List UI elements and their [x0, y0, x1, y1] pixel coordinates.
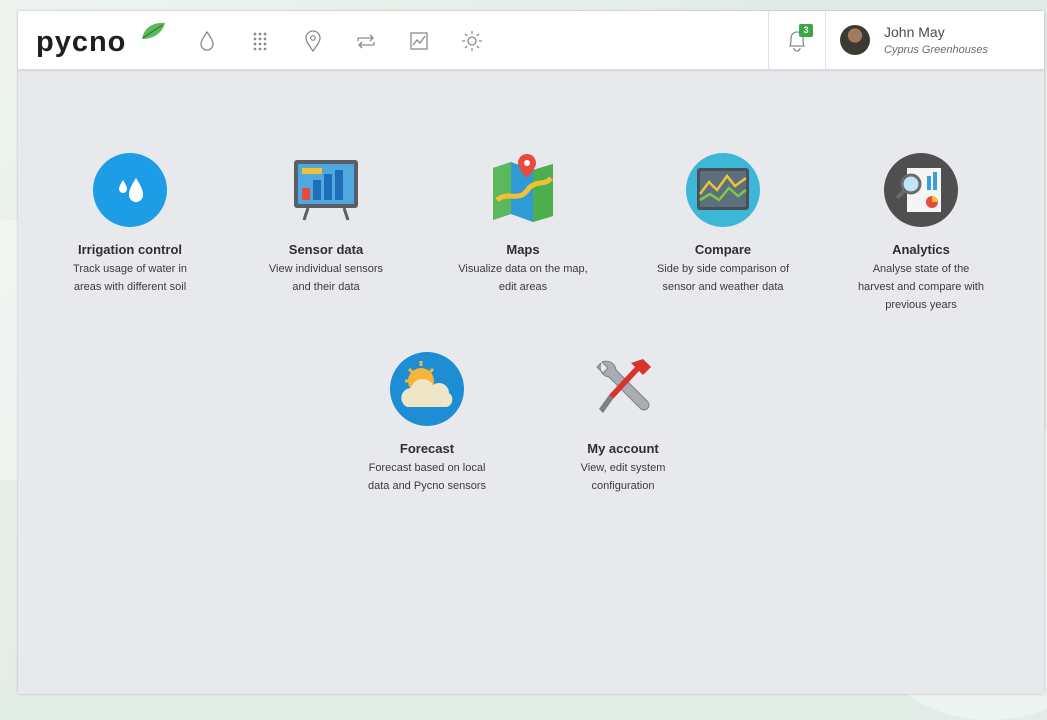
- tile-title: Forecast: [399, 441, 455, 456]
- line-chart-icon: [410, 32, 428, 50]
- desc-line: sensor and weather data: [662, 281, 784, 293]
- notifications-button[interactable]: 3: [768, 11, 826, 69]
- tile-description: View, edit system configuration: [523, 459, 723, 495]
- sensor-monitor-icon: [294, 160, 358, 221]
- analytics-magnifier-icon: [884, 153, 958, 227]
- location-pin-icon: [305, 30, 321, 52]
- app-window: pycno 3 John May Cyprus Greenhouses Irri…: [18, 11, 1044, 694]
- pycno-logo[interactable]: pycno: [36, 22, 165, 58]
- desc-line: Side by side comparison of: [656, 263, 790, 275]
- nav-forecast[interactable]: [453, 26, 491, 56]
- tile-sensor-data[interactable]: Sensor data View individual sensors and …: [226, 150, 426, 296]
- grid-dots-icon: [253, 32, 267, 51]
- desc-line: areas with different soil: [73, 281, 187, 293]
- compare-arrows-icon: [357, 34, 375, 49]
- tile-description: Forecast based on local data and Pycno s…: [327, 459, 527, 495]
- desc-line: Visualize data on the map,: [458, 263, 588, 275]
- tile-description: Visualize data on the map, edit areas: [423, 260, 623, 296]
- tile-description: Analyse state of the harvest and compare…: [821, 260, 1021, 314]
- tile-maps[interactable]: Maps Visualize data on the map, edit are…: [423, 150, 623, 296]
- sun-cloud-icon: [390, 352, 464, 426]
- compare-chart-icon: [686, 153, 760, 227]
- wrench-screwdriver-icon: [596, 359, 651, 413]
- tile-title: Compare: [694, 242, 752, 257]
- desc-line: Forecast based on local: [368, 462, 486, 474]
- notification-count-badge: 3: [799, 24, 813, 37]
- tile-description: Side by side comparison of sensor and we…: [623, 260, 823, 296]
- desc-line: View individual sensors: [268, 263, 384, 275]
- tile-description: Track usage of water in areas with diffe…: [30, 260, 230, 296]
- nav-irrigation[interactable]: [188, 26, 226, 56]
- tile-my-account[interactable]: My account View, edit system configurati…: [523, 349, 723, 495]
- desc-line: View, edit system: [580, 462, 666, 474]
- logo-text: pycno: [36, 26, 127, 58]
- main-nav: [188, 26, 506, 56]
- tile-title: Analytics: [892, 242, 950, 257]
- desc-line: Analyse state of the: [872, 263, 970, 275]
- tile-title: Irrigation control: [78, 242, 182, 257]
- nav-analytics[interactable]: [400, 26, 438, 56]
- desc-line: previous years: [885, 299, 957, 311]
- water-drop-icon: [200, 30, 214, 51]
- desc-line: Track usage of water in: [73, 263, 187, 275]
- tile-forecast[interactable]: Forecast Forecast based on local data an…: [327, 349, 527, 495]
- desc-line: harvest and compare with: [858, 281, 984, 293]
- user-organization: Cyprus Greenhouses: [884, 43, 988, 56]
- desc-line: data and Pycno sensors: [367, 480, 487, 492]
- tile-irrigation-control[interactable]: Irrigation control Track usage of water …: [30, 150, 230, 296]
- folded-map-icon: [493, 154, 553, 222]
- desc-line: configuration: [591, 480, 655, 492]
- tile-title: My account: [587, 441, 659, 456]
- leaf-icon: [142, 22, 165, 39]
- sun-icon: [462, 31, 482, 51]
- top-navbar: pycno 3 John May Cyprus Greenhouses: [18, 11, 1044, 70]
- tile-compare[interactable]: Compare Side by side comparison of senso…: [623, 150, 823, 296]
- desc-line: edit areas: [498, 281, 548, 293]
- tile-analytics[interactable]: Analytics Analyse state of the harvest a…: [821, 150, 1021, 314]
- tile-title: Maps: [506, 242, 540, 257]
- user-name: John May: [884, 23, 945, 40]
- irrigation-drops-icon: [93, 153, 167, 227]
- user-menu[interactable]: John May Cyprus Greenhouses: [840, 11, 988, 69]
- tile-title: Sensor data: [288, 242, 364, 257]
- nav-compare[interactable]: [347, 26, 385, 56]
- nav-sensors[interactable]: [241, 26, 279, 56]
- nav-maps[interactable]: [294, 26, 332, 56]
- desc-line: and their data: [292, 281, 360, 293]
- avatar: [840, 25, 870, 55]
- user-info: John May Cyprus Greenhouses: [884, 24, 988, 57]
- tile-description: View individual sensors and their data: [226, 260, 426, 296]
